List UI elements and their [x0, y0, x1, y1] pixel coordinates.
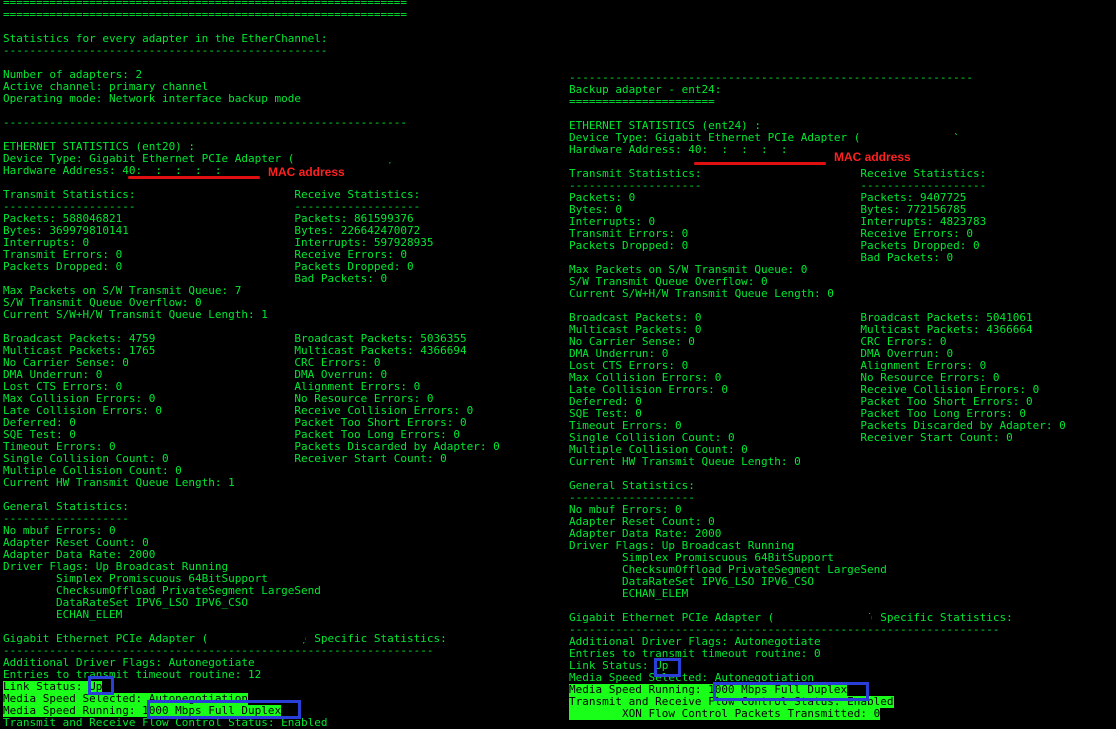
terminal-line: Current HW Transmit Queue Length: 1 — [3, 476, 235, 489]
terminal-line: Operating mode: Network interface backup… — [3, 92, 302, 105]
device-model-label: e1m2123120003 — [310, 150, 394, 162]
terminal-line: ========================================… — [3, 8, 407, 21]
mac-underline — [128, 176, 260, 179]
terminal-line: ECHAN_ELEM — [569, 587, 689, 600]
link-status-up-box — [88, 676, 114, 695]
link-status-up-box — [654, 658, 681, 677]
terminal-line: ECHAN_ELEM — [3, 608, 123, 621]
terminal-window: ========================================… — [0, 0, 1116, 729]
mac-address-annotation: MAC address — [834, 150, 911, 164]
terminal-line: ----------------------------------------… — [3, 44, 328, 57]
device-model-label: e1m2123120003 — [222, 630, 306, 642]
terminal-line: Current S/W+H/W Transmit Queue Length: 1 — [3, 308, 268, 321]
terminal-line: Current S/W+H/W Transmit Queue Length: 0 — [569, 287, 834, 300]
device-model-label: e1m2123120003 — [788, 614, 872, 626]
terminal-line: Hardware Address: 40: : : : : — [569, 143, 788, 156]
media-speed-box — [713, 682, 869, 701]
terminal-line: XON Flow Control Packets Transmitted: 0 — [569, 707, 881, 720]
terminal-line: ====================== — [569, 95, 715, 108]
media-speed-box — [147, 700, 301, 719]
terminal-line: Current HW Transmit Queue Length: 0 — [569, 455, 801, 468]
terminal-line: ----------------------------------------… — [3, 116, 407, 129]
mac-underline — [694, 162, 826, 165]
mac-address-annotation: MAC address — [268, 165, 345, 179]
device-model-label: e1m2123120003 — [876, 135, 960, 147]
